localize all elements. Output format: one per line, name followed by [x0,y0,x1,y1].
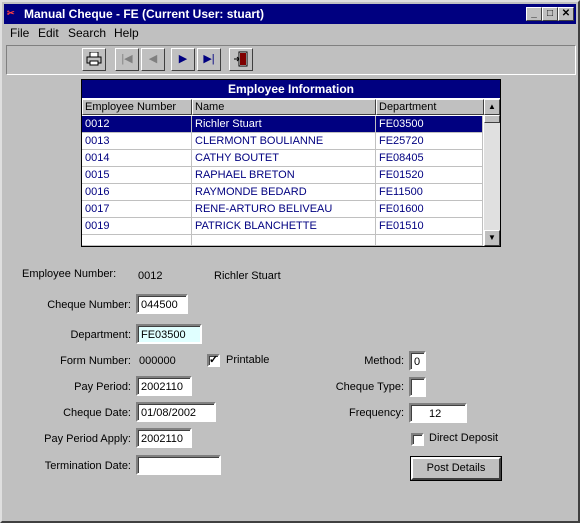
minimize-button[interactable]: _ [526,7,542,21]
app-window: ✂ Manual Cheque - FE (Current User: stua… [0,0,580,523]
last-icon: ▶| [203,53,215,65]
exit-button[interactable] [229,48,253,71]
table-row[interactable]: 0012 Richler Stuart FE03500 [82,116,483,133]
termination-date-label: Termination Date: [44,460,131,472]
form-number-value: 000000 [139,355,176,367]
printable-checkbox[interactable]: ✓ [207,354,220,367]
cheque-date-label: Cheque Date: [63,407,131,419]
menu-file[interactable]: File [10,26,29,40]
cheque-type-label: Cheque Type: [335,381,404,393]
table-row[interactable]: 0015 RAPHAEL BRETON FE01520 [82,167,483,184]
pay-period-apply-field[interactable]: 2002110 [136,428,192,448]
last-record-button[interactable]: ▶| [197,48,221,71]
cell-employee-number: 0016 [82,184,192,201]
grid-scrollbar[interactable]: ▲ ▼ [484,99,500,246]
arrow-up-icon: ▲ [488,102,496,111]
menu-bar: File Edit Search Help [4,24,576,42]
method-field[interactable]: 0 [409,351,426,371]
cell-empty [82,235,192,246]
employee-name-value: Richler Stuart [214,270,281,282]
toolbar: |◀ ◀ ▶ ▶| [6,45,576,75]
cell-department: FE03500 [376,116,483,133]
exit-door-icon [234,51,248,67]
cheque-date-field[interactable]: 01/08/2002 [136,402,216,422]
first-record-button[interactable]: |◀ [115,48,139,71]
menu-help[interactable]: Help [114,26,139,40]
cell-department: FE11500 [376,184,483,201]
form-number-label: Form Number: [60,355,131,367]
table-row-empty [82,235,483,246]
method-label: Method: [364,355,404,367]
app-icon: ✂ [7,8,15,18]
cell-employee-number: 0014 [82,150,192,167]
close-button[interactable]: ✕ [558,7,574,21]
arrow-down-icon: ▼ [488,233,496,242]
cell-department: FE01600 [376,201,483,218]
table-row[interactable]: 0013 CLERMONT BOULIANNE FE25720 [82,133,483,150]
next-icon: ▶ [178,53,188,65]
cell-name: RENE-ARTURO BELIVEAU [192,201,376,218]
cell-employee-number: 0017 [82,201,192,218]
employee-number-value: 0012 [138,270,163,282]
title-bar: ✂ Manual Cheque - FE (Current User: stua… [4,4,576,24]
cell-name: Richler Stuart [192,116,376,133]
column-header-name[interactable]: Name [192,99,376,115]
cell-department: FE25720 [376,133,483,150]
menu-edit[interactable]: Edit [38,26,59,40]
department-label: Department: [70,329,131,341]
pay-period-apply-label: Pay Period Apply: [44,433,131,445]
employee-grid: Employee Information Employee Number Nam… [81,79,501,247]
maximize-button[interactable]: □ [542,7,558,21]
employee-number-label: Employee Number: [22,268,117,280]
frequency-field[interactable]: 12 [409,403,467,423]
previous-icon: ◀ [148,53,158,65]
print-button[interactable] [82,48,106,71]
printer-icon [86,51,102,66]
department-field[interactable]: FE03500 [136,324,202,344]
pay-period-label: Pay Period: [74,381,131,393]
termination-date-field[interactable] [136,455,221,475]
printable-label: Printable [226,354,270,366]
column-header-employee-number[interactable]: Employee Number [82,99,192,115]
cell-employee-number: 0012 [82,116,192,133]
cheque-number-field[interactable]: 044500 [136,294,188,314]
direct-deposit-label: Direct Deposit [429,432,499,444]
window-title: Manual Cheque - FE (Current User: stuart… [24,7,265,21]
cell-employee-number: 0019 [82,218,192,235]
cell-empty [192,235,376,246]
cell-name: PATRICK BLANCHETTE [192,218,376,235]
table-row[interactable]: 0017 RENE-ARTURO BELIVEAU FE01600 [82,201,483,218]
cheque-type-field[interactable] [409,377,426,397]
post-details-button[interactable]: Post Details [410,456,502,481]
previous-record-button[interactable]: ◀ [141,48,165,71]
cell-department: FE01520 [376,167,483,184]
grid-title: Employee Information [82,80,500,98]
first-icon: |◀ [121,53,133,65]
cell-empty [376,235,483,246]
cell-name: CLERMONT BOULIANNE [192,133,376,150]
cell-department: FE01510 [376,218,483,235]
next-record-button[interactable]: ▶ [171,48,195,71]
cheque-number-label: Cheque Number: [47,299,131,311]
frequency-label: Frequency: [348,407,404,419]
table-row[interactable]: 0019 PATRICK BLANCHETTE FE01510 [82,218,483,235]
scroll-down-button[interactable]: ▼ [484,230,500,246]
direct-deposit-checkbox[interactable] [411,433,424,446]
scroll-up-button[interactable]: ▲ [484,99,500,115]
cell-name: CATHY BOUTET [192,150,376,167]
column-header-department[interactable]: Department [376,99,484,115]
cell-employee-number: 0015 [82,167,192,184]
cell-department: FE08405 [376,150,483,167]
menu-search[interactable]: Search [68,26,106,40]
scroll-thumb[interactable] [484,115,500,123]
pay-period-field[interactable]: 2002110 [136,376,192,396]
table-row[interactable]: 0014 CATHY BOUTET FE08405 [82,150,483,167]
table-row[interactable]: 0016 RAYMONDE BEDARD FE11500 [82,184,483,201]
cell-employee-number: 0013 [82,133,192,150]
cell-name: RAYMONDE BEDARD [192,184,376,201]
cell-name: RAPHAEL BRETON [192,167,376,184]
